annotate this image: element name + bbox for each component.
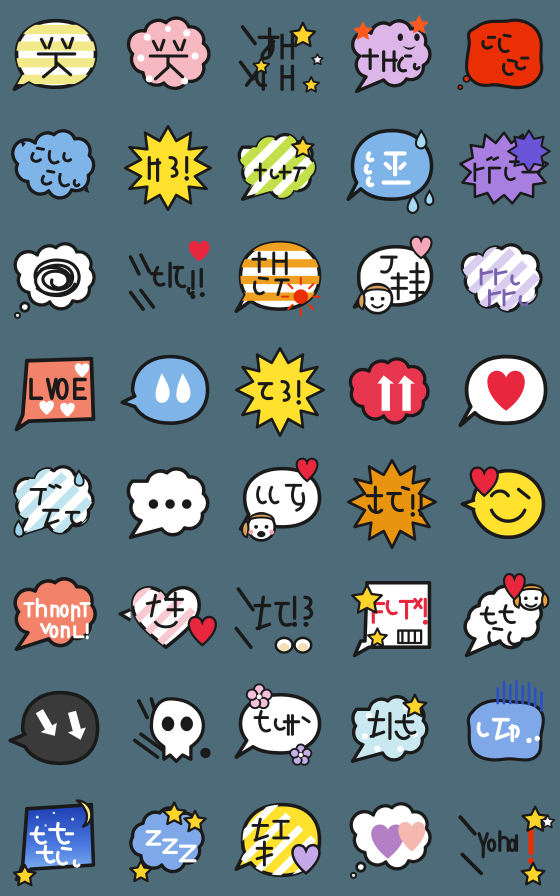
sticker-cell-24[interactable]: すご!! xyxy=(336,448,448,560)
sticker-cell-25[interactable] xyxy=(448,448,560,560)
sticker-cell-6[interactable]: ぷんぷんっ xyxy=(0,112,112,224)
sticker-cell-5[interactable]: いらいら xyxy=(448,0,560,112)
sticker-cell-29[interactable]: ファイト! xyxy=(336,560,448,672)
sticker-cell-3[interactable]: あはは xyxy=(224,0,336,112)
sticker-cell-39[interactable] xyxy=(336,784,448,896)
sticker-cell-14[interactable]: 了解 xyxy=(336,224,448,336)
sticker-cell-10[interactable]: ガビーン xyxy=(448,112,560,224)
sticker-cell-19[interactable] xyxy=(336,336,448,448)
sticker-cell-16[interactable]: LOVE xyxy=(0,336,112,448)
sticker-cell-37[interactable]: Zzz xyxy=(112,784,224,896)
sticker-cell-31[interactable] xyxy=(0,672,112,784)
sticker-cell-30[interactable]: よろしく xyxy=(448,560,560,672)
sticker-cell-20[interactable] xyxy=(448,336,560,448)
sticker-cell-13[interactable]: おはよう xyxy=(224,224,336,336)
sticker-cell-4[interactable]: うけるっ xyxy=(336,0,448,112)
sticker-cell-17[interactable] xyxy=(112,336,224,448)
sticker-cell-22[interactable]: … xyxy=(112,448,224,560)
sticker-cell-32[interactable] xyxy=(112,672,224,784)
sticker-cell-8[interactable]: おっけー xyxy=(224,112,336,224)
sticker-cell-35[interactable]: うわぁ.. xyxy=(448,672,560,784)
sticker-cell-7[interactable]: は?! xyxy=(112,112,224,224)
sticker-cell-34[interactable]: だね xyxy=(336,672,448,784)
sticker-cell-11[interactable] xyxy=(0,224,112,336)
sticker-cell-2[interactable]: 笑 xyxy=(112,0,224,112)
sticker-cell-21[interactable]: ゴメン xyxy=(0,448,112,560)
sticker-cell-1[interactable]: 笑 xyxy=(0,0,112,112)
sticker-cell-36[interactable]: おやすみっ xyxy=(0,784,112,896)
sticker-cell-18[interactable]: え?! xyxy=(224,336,336,448)
sticker-cell-40[interactable]: Yeah! xyxy=(448,784,560,896)
sticker-cell-26[interactable]: Thank you! xyxy=(0,560,112,672)
sticker-cell-28[interactable]: まじ?! xyxy=(224,560,336,672)
sticker-cell-33[interactable]: やっほ xyxy=(224,672,336,784)
sticker-cell-12[interactable]: らじゃ!! xyxy=(112,224,224,336)
sticker-cell-27[interactable]: すき xyxy=(112,560,224,672)
sticker-cell-9[interactable]: 泣 xyxy=(336,112,448,224)
sticker-grid: 笑 笑 xyxy=(0,0,560,896)
sticker-cell-23[interactable]: いいな xyxy=(224,448,336,560)
sticker-cell-38[interactable]: またネ xyxy=(224,784,336,896)
sticker-cell-15[interactable]: うんうん xyxy=(448,224,560,336)
